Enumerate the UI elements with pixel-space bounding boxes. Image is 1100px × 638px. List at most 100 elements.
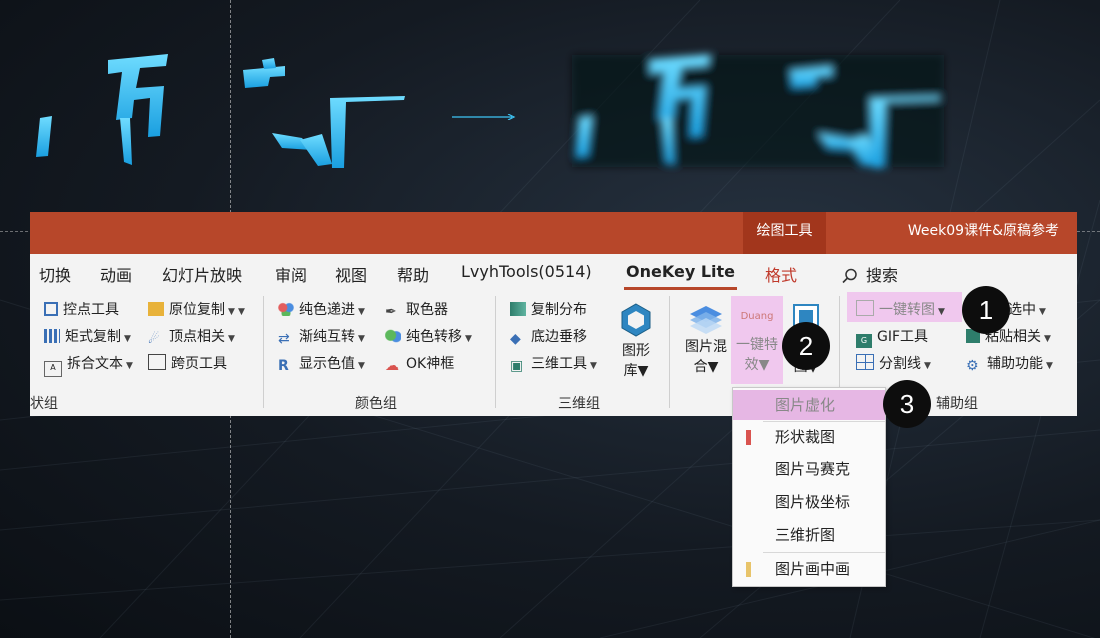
tab-review[interactable]: 审阅 (275, 262, 307, 286)
chevron-down-icon: ▼ (465, 334, 472, 344)
chevron-down-icon: ▼ (924, 361, 931, 371)
sharp-logo (36, 54, 405, 168)
3d-group-label: 三维组 (558, 396, 600, 412)
one-key-effect-button[interactable]: Duang 一键特 效▼ (731, 302, 783, 375)
copy-icon (148, 302, 164, 316)
tab-animations[interactable]: 动画 (100, 262, 132, 286)
chevron-down-icon: ▼ (1039, 307, 1046, 317)
chevron-down-icon: ▼ (228, 307, 235, 317)
group-separator (669, 296, 670, 408)
divider-line-button[interactable]: 分割线 ▼ (856, 354, 931, 374)
tab-lvyhtools[interactable]: LvyhTools(0514) (461, 262, 592, 281)
vertex-related-button[interactable]: ☄ 顶点相关 ▼ (148, 327, 235, 347)
search-box[interactable]: 搜索 (842, 262, 898, 286)
chevron-down-icon: ▼ (358, 361, 365, 371)
tab-view[interactable]: 视图 (335, 262, 367, 286)
chevron-down-icon: ▼ (1046, 361, 1053, 371)
step-badge-2: 2 (782, 322, 830, 370)
document-title: Week09课件&原稿参考 (907, 223, 1059, 239)
assist-group-label: 辅助组 (936, 396, 978, 412)
menu-separator (763, 552, 885, 553)
menu-item-shape-crop[interactable]: 形状裁图 (733, 422, 885, 452)
solid-transfer-button[interactable]: 纯色转移 ▼ (385, 327, 472, 347)
drawing-tools-context-tab[interactable]: 绘图工具 (743, 212, 826, 254)
matrix-icon (44, 329, 60, 343)
lamp-icon: ☁ (385, 358, 399, 374)
blurred-logo (572, 54, 944, 168)
menu-item-image-mosaic[interactable]: 图片马赛克 (733, 454, 885, 484)
chevron-down-icon[interactable]: ▼ (235, 300, 245, 320)
distribute-icon (510, 302, 526, 316)
menu-item-image-blur[interactable]: 图片虚化 (733, 390, 885, 420)
shape-group-label: 状组 (30, 396, 58, 412)
solid-gradient-button[interactable]: 纯色递进 ▼ (278, 300, 365, 320)
chevron-down-icon: ▼ (358, 307, 365, 317)
image-stack-icon (690, 306, 722, 334)
ribbon-tabs: 切换 动画 幻灯片放映 审阅 视图 帮助 LvyhTools(0514) One… (30, 254, 1077, 290)
chevron-down-icon: ▼ (758, 357, 770, 373)
3d-tools-button[interactable]: ▣ 三维工具 ▼ (510, 354, 597, 374)
chevron-down-icon: ▼ (1044, 334, 1051, 344)
color-group-label: 颜色组 (355, 396, 397, 412)
search-label: 搜索 (866, 266, 899, 285)
cross-page-tool-button[interactable]: 跨页工具 (148, 354, 227, 374)
chevron-down-icon: ▼ (637, 363, 649, 379)
layers-icon: ◆ (510, 331, 521, 347)
menu-item-image-polar[interactable]: 图片极坐标 (733, 487, 885, 517)
chevron-down-icon: ▼ (228, 334, 235, 344)
one-key-convert-image-button[interactable]: 一键转图 ▼ (856, 300, 945, 320)
cube-icon: ▣ (510, 358, 524, 374)
in-place-copy-button[interactable]: 原位复制 ▼ (148, 300, 235, 320)
select-button[interactable]: 选中 ▼ (1008, 300, 1046, 320)
chevron-down-icon: ▼ (358, 334, 365, 344)
step-badge-1: 1 (962, 286, 1010, 334)
tab-slideshow[interactable]: 幻灯片放映 (162, 262, 242, 286)
menu-item-picture-in-picture[interactable]: 图片画中画 (733, 554, 885, 584)
chevron-down-icon: ▼ (124, 334, 131, 344)
chevron-down-icon: ▼ (126, 361, 133, 371)
vertex-icon: ☄ (148, 332, 160, 347)
eyedropper-icon: ✒ (385, 304, 397, 320)
matrix-copy-button[interactable]: 矩式复制 ▼ (44, 327, 131, 347)
title-bar: 绘图工具 Week09课件&原稿参考 (30, 212, 1077, 254)
gif-tool-button[interactable]: G GIF工具 (856, 327, 928, 348)
duang-icon: Duang (740, 311, 774, 322)
gif-icon: G (856, 334, 872, 348)
page-icon (148, 354, 166, 370)
image-effect-dropdown: 图片虚化 形状裁图 图片马赛克 图片极坐标 三维折图 图片画中画 (732, 387, 886, 587)
palette-icon (385, 329, 401, 343)
color-circles-icon (278, 302, 294, 316)
menu-item-3d-fold[interactable]: 三维折图 (733, 520, 885, 550)
split-merge-text-button[interactable]: A 拆合文本 ▼ (44, 354, 133, 377)
image-blend-button[interactable]: 图片混 合▼ (680, 302, 732, 377)
crop-marker-icon (746, 430, 751, 445)
tab-format[interactable]: 格式 (765, 262, 797, 286)
text-icon: A (44, 361, 62, 377)
step-badge-3: 3 (883, 380, 931, 428)
tab-help[interactable]: 帮助 (397, 262, 429, 286)
hexagon-icon (621, 303, 651, 337)
gradient-solid-swap-button[interactable]: ⇄ 渐纯互转 ▼ (278, 327, 365, 347)
tab-onekey-lite[interactable]: OneKey Lite (624, 262, 737, 290)
copy-distribute-button[interactable]: 复制分布 (510, 300, 587, 320)
group-separator (263, 296, 264, 408)
assist-functions-button[interactable]: ⚙ 辅助功能 ▼ (966, 354, 1053, 374)
group-separator (495, 296, 496, 408)
bottom-edge-shift-button[interactable]: ◆ 底边垂移 (510, 327, 587, 347)
search-icon (842, 268, 857, 284)
r-letter-icon: R (278, 358, 289, 374)
convert-image-icon (856, 300, 874, 316)
color-picker-button[interactable]: ✒ 取色器 (385, 300, 448, 320)
swap-icon: ⇄ (278, 331, 290, 347)
pip-marker-icon (746, 562, 751, 577)
chevron-down-icon: ▼ (590, 361, 597, 371)
handle-tool-button[interactable]: 控点工具 (44, 300, 119, 320)
chevron-down-icon: ▼ (707, 359, 719, 375)
tab-transitions[interactable]: 切换 (39, 262, 71, 286)
chevron-down-icon: ▼ (938, 307, 945, 317)
title-artwork (36, 54, 944, 168)
handle-icon (44, 302, 58, 316)
show-color-value-button[interactable]: R 显示色值 ▼ (278, 354, 365, 374)
ok-magic-box-button[interactable]: ☁ OK神框 (385, 354, 454, 374)
shape-gallery-button[interactable]: 图形 库▼ (616, 302, 656, 381)
